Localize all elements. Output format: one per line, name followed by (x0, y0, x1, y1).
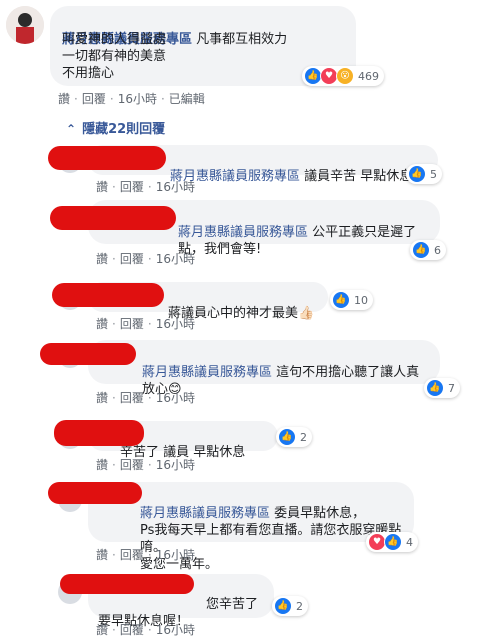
top-comment-avatar[interactable] (6, 6, 44, 44)
reaction-count: 2 (300, 430, 307, 444)
reply-link[interactable]: 回覆 (120, 389, 144, 406)
redaction (48, 146, 166, 170)
timestamp[interactable]: 16小時 (156, 250, 195, 267)
reply-reactions[interactable]: 👍 7 (424, 378, 460, 398)
reaction-count: 469 (358, 69, 379, 83)
reply-reactions[interactable]: 👍 2 (272, 596, 308, 616)
reply-actions: 讚 · 回覆 · 16小時 (96, 389, 195, 406)
thumbs-up-icon: 👍 (426, 379, 444, 397)
redaction (52, 283, 164, 307)
hide-replies-toggle[interactable]: ⌃ 隱藏22則回覆 (66, 118, 165, 137)
redaction (48, 482, 142, 504)
like-link[interactable]: 讚 (96, 389, 108, 406)
hide-replies-label: 隱藏22則回覆 (82, 122, 166, 137)
reply-bubble: 蔣月惠縣議員服務專區 這句不用擔心聽了讓人真 放心😊 (88, 340, 440, 397)
comment-text-line2: 叫愛神的人得益處 (62, 32, 167, 47)
reply-link[interactable]: 回覆 (82, 90, 106, 107)
thumbs-up-icon: 👍 (278, 428, 296, 446)
timestamp[interactable]: 16小時 (156, 456, 195, 473)
reaction-count: 5 (430, 167, 437, 181)
like-link[interactable]: 讚 (96, 250, 108, 267)
like-link[interactable]: 讚 (58, 90, 70, 107)
mention-link[interactable]: 蔣月惠縣議員服務專區 (140, 506, 270, 521)
reply-link[interactable]: 回覆 (120, 546, 144, 563)
redaction (54, 420, 144, 446)
redaction (50, 206, 176, 230)
reaction-count: 2 (296, 599, 303, 613)
reply-actions: 讚 · 回覆 · 16小時 (96, 315, 195, 332)
thumbs-up-icon: 👍 (332, 291, 350, 309)
reply-actions: 讚 · 回覆 · 16小時 (96, 178, 195, 195)
mention-link[interactable]: 蔣月惠縣議員服務專區 (178, 225, 308, 240)
edited-label[interactable]: 已編輯 (169, 90, 205, 107)
reply-link[interactable]: 回覆 (120, 250, 144, 267)
timestamp[interactable]: 16小時 (156, 546, 195, 563)
redaction (60, 574, 194, 594)
reply-text: 議員辛苦 早點休息 (300, 169, 413, 184)
reply-reactions[interactable]: 👍 5 (406, 164, 442, 184)
like-link[interactable]: 讚 (96, 621, 108, 638)
reaction-count: 6 (434, 243, 441, 257)
reply-actions: 讚 · 回覆 · 16小時 (96, 621, 195, 638)
like-link[interactable]: 讚 (96, 546, 108, 563)
reply-link[interactable]: 回覆 (120, 456, 144, 473)
reply-link[interactable]: 回覆 (120, 315, 144, 332)
comment-text-line1: 凡事都互相效力 (192, 32, 288, 47)
reply-link[interactable]: 回覆 (120, 621, 144, 638)
wow-icon: 😮 (336, 67, 354, 85)
reply-actions: 讚 · 回覆 · 16小時 (96, 456, 195, 473)
timestamp[interactable]: 16小時 (156, 621, 195, 638)
comment-text-line4: 不用擔心 (62, 66, 115, 81)
thumbs-up-icon: 👍 (412, 241, 430, 259)
thumbs-up-icon: 👍 (274, 597, 292, 615)
like-link[interactable]: 讚 (96, 178, 108, 195)
top-comment-reactions[interactable]: 👍 ♥ 😮 469 (302, 66, 384, 86)
reply-actions: 讚 · 回覆 · 16小時 (96, 546, 195, 563)
reaction-count: 7 (448, 381, 455, 395)
chevron-up-icon: ⌃ (66, 122, 77, 136)
like-link[interactable]: 讚 (96, 315, 108, 332)
thumbs-up-icon: 👍 (384, 533, 402, 551)
comment-text-line3: 一切都有神的美意 (62, 49, 167, 64)
mention-link[interactable]: 蔣月惠縣議員服務專區 (142, 365, 272, 380)
reply-actions: 讚 · 回覆 · 16小時 (96, 250, 195, 267)
reply-reactions[interactable]: 👍 2 (276, 427, 312, 447)
timestamp[interactable]: 16小時 (156, 389, 195, 406)
like-link[interactable]: 讚 (96, 456, 108, 473)
timestamp[interactable]: 16小時 (118, 90, 157, 107)
reply-reactions[interactable]: 👍 6 (410, 240, 446, 260)
reaction-count: 10 (354, 293, 368, 307)
reaction-count: 4 (406, 535, 413, 549)
reply-reactions[interactable]: ♥ 👍 4 (366, 532, 418, 552)
top-comment-actions: 讚 · 回覆 · 16小時 · 已編輯 (58, 90, 205, 107)
reply-link[interactable]: 回覆 (120, 178, 144, 195)
reply-reactions[interactable]: 👍 10 (330, 290, 373, 310)
timestamp[interactable]: 16小時 (156, 178, 195, 195)
timestamp[interactable]: 16小時 (156, 315, 195, 332)
thumbs-up-icon: 👍 (408, 165, 426, 183)
redaction (40, 343, 136, 365)
